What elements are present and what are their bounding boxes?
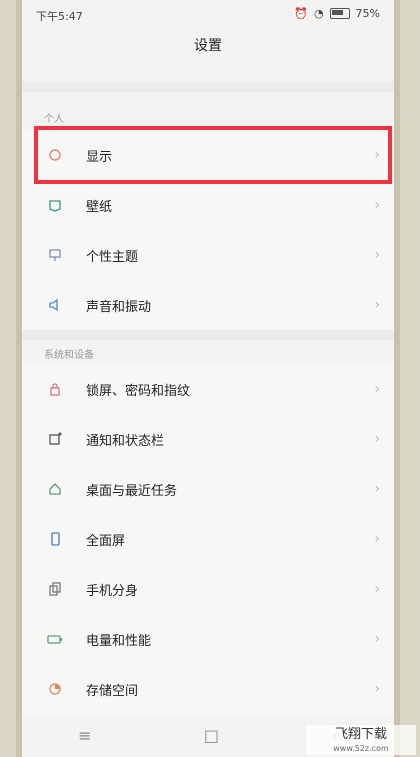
- clone-icon: [46, 580, 64, 598]
- chevron-right-icon: ›: [374, 247, 380, 263]
- settings-item-label: 声音和振动: [86, 299, 152, 315]
- chevron-right-icon: ›: [374, 581, 380, 597]
- settings-item-theme[interactable]: 个性主题 ›: [22, 230, 394, 280]
- battery-percent: 75%: [355, 7, 380, 20]
- storage-icon: [46, 680, 64, 698]
- home-icon: [46, 480, 64, 498]
- section-gap: [22, 330, 394, 340]
- chevron-right-icon: ›: [374, 381, 380, 397]
- notification-icon: [46, 430, 64, 448]
- settings-item-label: 桌面与最近任务: [86, 483, 178, 499]
- chevron-right-icon: ›: [374, 297, 380, 313]
- settings-item-lock[interactable]: 锁屏、密码和指纹 ›: [22, 364, 394, 414]
- section-header-personal: 个人: [44, 114, 64, 125]
- settings-item-storage[interactable]: 存储空间 ›: [22, 664, 394, 714]
- section-gap: [22, 82, 394, 92]
- settings-item-battery[interactable]: 电量和性能 ›: [22, 614, 394, 664]
- settings-item-label: 锁屏、密码和指纹: [86, 383, 191, 399]
- battery-icon: [329, 8, 350, 19]
- section-header-system: 系统和设备: [44, 350, 94, 361]
- chevron-right-icon: ›: [374, 431, 380, 447]
- settings-item-sound[interactable]: 声音和振动 ›: [22, 280, 394, 330]
- status-time: 下午5:47: [36, 10, 83, 23]
- settings-item-label: 通知和状态栏: [86, 433, 165, 449]
- watermark-logo: 飞翔下载 www.52z.com: [306, 725, 416, 755]
- lock-icon: [46, 380, 64, 398]
- alarm-icon: ⏰: [294, 7, 308, 20]
- home-button[interactable]: □: [204, 726, 219, 745]
- settings-item-wallpaper[interactable]: 壁纸 ›: [22, 180, 394, 230]
- chevron-right-icon: ›: [374, 631, 380, 647]
- settings-item-notification[interactable]: 通知和状态栏 ›: [22, 414, 394, 464]
- watermark-url: www.52z.com: [333, 744, 389, 753]
- wallpaper-icon: [46, 196, 64, 214]
- settings-item-label: 全面屏: [86, 533, 126, 549]
- page-title: 设置: [194, 38, 222, 54]
- wifi-icon: ◔: [313, 7, 324, 20]
- settings-item-fullscreen[interactable]: 全面屏 ›: [22, 514, 394, 564]
- chevron-right-icon: ›: [374, 681, 380, 697]
- highlight-box: [34, 126, 392, 184]
- status-icons: ⏰ ◔ 75%: [294, 7, 380, 20]
- settings-item-label: 手机分身: [86, 583, 139, 599]
- theme-icon: [46, 246, 64, 264]
- settings-item-label: 壁纸: [86, 199, 113, 215]
- chevron-right-icon: ›: [374, 531, 380, 547]
- battery-icon: [46, 630, 64, 648]
- chevron-right-icon: ›: [374, 481, 380, 497]
- phone-screen: 下午5:47 ⏰ ◔ 75% 设置 个人 显示 › 壁纸 › 个性主题 › 声音…: [16, 0, 400, 757]
- chevron-right-icon: ›: [374, 197, 380, 213]
- settings-item-label: 个性主题: [86, 249, 139, 265]
- status-bar: 下午5:47 ⏰ ◔ 75%: [22, 0, 394, 26]
- settings-item-label: 存储空间: [86, 683, 139, 699]
- settings-item-clone[interactable]: 手机分身 ›: [22, 564, 394, 614]
- fullscreen-icon: [46, 530, 64, 548]
- watermark-text: 飞翔下载: [334, 727, 387, 742]
- menu-button[interactable]: ≡: [78, 726, 91, 745]
- sound-icon: [46, 296, 64, 314]
- settings-item-label: 电量和性能: [86, 633, 152, 649]
- settings-item-home[interactable]: 桌面与最近任务 ›: [22, 464, 394, 514]
